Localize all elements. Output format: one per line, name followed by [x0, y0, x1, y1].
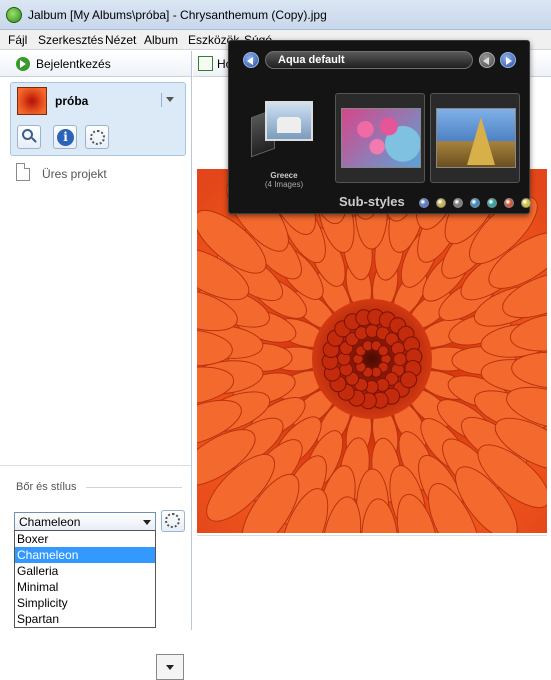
gear-icon — [90, 130, 105, 145]
skin-and-style-section: Bőr és stílus Chameleon Boxer Chameleon … — [0, 465, 191, 680]
sub-style-dot[interactable] — [504, 198, 514, 208]
window-title: Jalbum [My Albums\próba] - Chrysanthemum… — [28, 8, 327, 22]
menu-view[interactable]: Nézet — [105, 33, 136, 47]
skin-option-spartan[interactable]: Spartan — [15, 611, 155, 627]
project-dropdown-button[interactable] — [161, 93, 177, 107]
empty-project-item[interactable]: Üres projekt — [14, 163, 184, 185]
menu-edit[interactable]: Szerkesztés — [38, 33, 103, 47]
project-card[interactable]: próba i — [10, 82, 186, 156]
sub-styles-label: Sub-styles — [339, 194, 405, 209]
login-label: Bejelentkezés — [36, 57, 111, 71]
back-button[interactable] — [479, 52, 495, 68]
document-icon — [16, 163, 30, 181]
sub-style-dot[interactable] — [487, 198, 497, 208]
project-name: próba — [55, 94, 89, 108]
next-style-button[interactable] — [500, 52, 516, 68]
folder-image-count: (4 Images) — [264, 180, 304, 189]
menu-file[interactable]: Fájl — [8, 33, 27, 47]
style-select-button[interactable] — [156, 654, 184, 680]
sub-style-dot[interactable] — [453, 198, 463, 208]
skin-option-galleria[interactable]: Galleria — [15, 563, 155, 579]
thumbnail-temple[interactable] — [430, 93, 520, 183]
title-bar: Jalbum [My Albums\próba] - Chrysanthemum… — [0, 0, 551, 30]
chevron-down-icon — [143, 520, 151, 525]
folder-thumbnail[interactable] — [251, 101, 317, 165]
gear-icon — [165, 513, 180, 528]
sub-style-dot[interactable] — [521, 198, 531, 208]
info-icon: i — [57, 129, 74, 146]
empty-project-label: Üres projekt — [42, 167, 107, 181]
sub-style-dot[interactable] — [470, 198, 480, 208]
skin-select-value: Chameleon — [19, 515, 81, 529]
info-button[interactable]: i — [53, 125, 77, 149]
temple-image — [436, 108, 516, 168]
skin-option-boxer[interactable]: Boxer — [15, 531, 155, 547]
skin-select[interactable]: Chameleon — [14, 512, 156, 531]
previous-style-button[interactable] — [243, 52, 259, 68]
preview-footer — [197, 535, 547, 630]
style-chooser-popup: Aqua default Greece (4 Images) Sub-style… — [228, 40, 531, 214]
preview-button[interactable] — [17, 125, 41, 149]
roses-image — [341, 108, 421, 168]
skin-section-label: Bőr és stílus — [16, 481, 77, 493]
login-arrow-icon — [16, 57, 30, 71]
skin-dropdown-list: Boxer Chameleon Galleria Minimal Simplic… — [14, 530, 156, 628]
skin-option-chameleon[interactable]: Chameleon — [15, 547, 155, 563]
home-icon — [198, 56, 213, 71]
project-thumbnail — [17, 87, 47, 115]
skin-option-simplicity[interactable]: Simplicity — [15, 595, 155, 611]
skin-option-minimal[interactable]: Minimal — [15, 579, 155, 595]
section-divider — [86, 487, 182, 488]
style-name-bar[interactable]: Aqua default — [265, 51, 473, 69]
folder-name: Greece — [270, 171, 298, 180]
sub-style-dot[interactable] — [419, 198, 429, 208]
image-preview[interactable] — [197, 169, 547, 533]
jalbum-app-icon — [6, 7, 22, 23]
chrysanthemum-image — [197, 169, 547, 533]
project-panel: Bejelentkezés próba i Üres projekt Bőr é… — [0, 51, 192, 680]
style-name: Aqua default — [278, 54, 345, 66]
folder-photo-icon — [265, 101, 313, 141]
menu-album[interactable]: Album — [144, 33, 178, 47]
login-button[interactable]: Bejelentkezés — [0, 51, 191, 77]
sub-style-dot[interactable] — [436, 198, 446, 208]
thumbnail-roses[interactable] — [335, 93, 425, 183]
skin-settings-button[interactable] — [161, 510, 185, 532]
project-settings-button[interactable] — [85, 125, 109, 149]
